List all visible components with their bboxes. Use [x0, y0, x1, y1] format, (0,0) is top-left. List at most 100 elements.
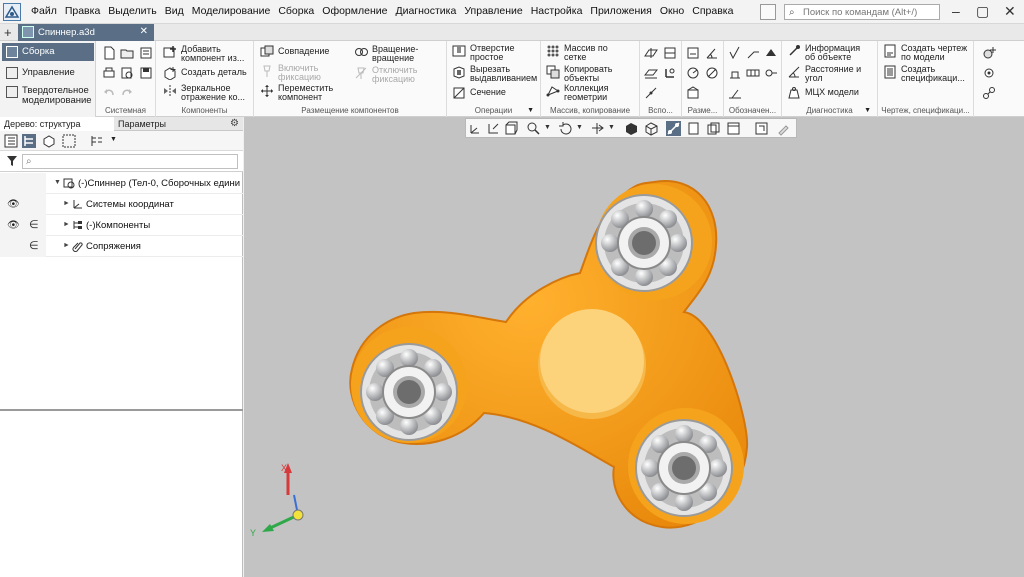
- menu-select[interactable]: Выделить: [104, 5, 160, 17]
- close-icon[interactable]: ✕: [1004, 3, 1016, 20]
- document-tab[interactable]: Спиннер.a3d ✕: [18, 24, 154, 41]
- base-icon[interactable]: [764, 46, 778, 60]
- sheet-icon[interactable]: [686, 121, 701, 136]
- menu-diagnostics[interactable]: Диагностика: [391, 5, 460, 17]
- close-tab-icon[interactable]: ✕: [140, 26, 148, 37]
- tolerance-icon[interactable]: [746, 66, 760, 80]
- rotate-view-icon[interactable]: [558, 121, 573, 136]
- menu-assembly[interactable]: Сборка: [274, 5, 318, 17]
- tree-row-components[interactable]: 👁 ∈ ► (-)Компоненты: [0, 215, 243, 236]
- operations-dropdown-icon[interactable]: ▼: [527, 107, 534, 114]
- save-icon[interactable]: [139, 66, 153, 80]
- preview-icon[interactable]: [120, 66, 134, 80]
- roughness-icon[interactable]: [728, 46, 742, 60]
- print-icon[interactable]: [102, 66, 116, 80]
- section-view-icon[interactable]: [666, 121, 681, 136]
- expand-arrow-icon[interactable]: ►: [63, 242, 70, 249]
- visibility-eye-icon[interactable]: 👁: [7, 220, 20, 231]
- tree-row-root[interactable]: ▼ (-)Спиннер (Тел-0, Сборочных едини: [0, 173, 243, 194]
- file-properties-icon[interactable]: [139, 46, 153, 60]
- view-cube-icon[interactable]: [504, 121, 519, 136]
- undo-icon[interactable]: [102, 86, 116, 100]
- tree-search-input[interactable]: ⌕: [22, 154, 238, 169]
- command-search-input[interactable]: ⌕ Поиск по командам (Alt+/): [784, 4, 940, 20]
- menu-edit[interactable]: Правка: [61, 5, 104, 17]
- bearing-bottom[interactable]: [635, 419, 733, 517]
- maximize-icon[interactable]: ▢: [976, 3, 989, 20]
- pan-icon[interactable]: [590, 121, 605, 136]
- mode-solid-modeling[interactable]: Твердотельное моделирование: [2, 83, 94, 113]
- expand-arrow-icon[interactable]: ►: [63, 221, 70, 228]
- orientation-icon[interactable]: [468, 121, 483, 136]
- tree-view-structure-icon[interactable]: [22, 134, 36, 148]
- add-tool-icon[interactable]: [982, 46, 996, 60]
- diagnostics-dropdown-icon[interactable]: ▼: [864, 107, 871, 114]
- management-mode-icon: [6, 67, 18, 79]
- pan-dropdown-icon[interactable]: ▼: [608, 124, 615, 131]
- menu-design[interactable]: Оформление: [318, 5, 391, 17]
- link-tool-icon[interactable]: [982, 86, 996, 100]
- bearing-left[interactable]: [360, 343, 458, 441]
- tab-tree-structure[interactable]: Дерево: структура: [0, 117, 114, 131]
- zoom-dropdown-icon[interactable]: ▼: [544, 124, 551, 131]
- display-settings-icon[interactable]: [726, 121, 741, 136]
- new-document-icon[interactable]: [102, 46, 116, 60]
- tree-sort-dropdown-icon[interactable]: ▼: [110, 136, 117, 143]
- app-logo-icon[interactable]: [3, 3, 21, 21]
- bearing-top[interactable]: [595, 194, 693, 292]
- menu-help[interactable]: Справка: [688, 5, 737, 17]
- normal-to-icon[interactable]: [486, 121, 501, 136]
- tree-row-mates[interactable]: ∈ ► Сопряжения: [0, 236, 243, 257]
- weld-icon[interactable]: [728, 66, 742, 80]
- new-tab-icon[interactable]: +: [4, 25, 12, 40]
- leader-icon[interactable]: [746, 46, 760, 60]
- menu-management[interactable]: Управление: [460, 5, 526, 17]
- aux-offset-plane-icon[interactable]: [644, 66, 658, 80]
- center-cap[interactable]: [540, 309, 644, 413]
- aux-plane-icon[interactable]: [644, 46, 658, 60]
- shaded-icon[interactable]: [624, 121, 639, 136]
- aux-axis-icon[interactable]: [663, 46, 677, 60]
- marking-icon[interactable]: [764, 66, 778, 80]
- settings-tool-icon[interactable]: [982, 66, 996, 80]
- mode-management[interactable]: Управление: [2, 64, 94, 82]
- linear-dim-icon[interactable]: [686, 46, 700, 60]
- visibility-eye-icon[interactable]: 👁: [7, 199, 20, 210]
- tree-sort-icon[interactable]: [90, 134, 104, 148]
- position-icon[interactable]: [728, 86, 742, 100]
- diameter-dim-icon[interactable]: [705, 66, 719, 80]
- menu-settings[interactable]: Настройка: [527, 5, 587, 17]
- collapse-arrow-icon[interactable]: ▼: [54, 179, 61, 186]
- radial-dim-icon[interactable]: [686, 66, 700, 80]
- filter-icon[interactable]: [6, 155, 18, 169]
- menu-window[interactable]: Окно: [656, 5, 688, 17]
- menu-modeling[interactable]: Моделирование: [188, 5, 275, 17]
- tree-view-bodies-icon[interactable]: [62, 134, 76, 148]
- mode-assembly[interactable]: Сборка: [2, 43, 94, 61]
- tab-parameters[interactable]: Параметры: [114, 117, 194, 131]
- layers-icon[interactable]: [706, 121, 721, 136]
- expand-arrow-icon[interactable]: ►: [63, 200, 70, 207]
- tree-row-coordinate-systems[interactable]: 👁 ► Системы координат: [0, 194, 243, 215]
- gear-icon[interactable]: ⚙: [230, 118, 239, 129]
- rotate-dropdown-icon[interactable]: ▼: [576, 124, 583, 131]
- aux-point-icon[interactable]: [644, 86, 658, 100]
- tree-view-components-icon[interactable]: [42, 134, 56, 148]
- arc-dim-icon[interactable]: [686, 86, 700, 100]
- menu-apps[interactable]: Приложения: [586, 5, 655, 17]
- highlight-tool-icon[interactable]: [776, 121, 791, 136]
- menu-file[interactable]: Файл: [27, 5, 61, 17]
- panel-splitter[interactable]: [0, 409, 243, 411]
- minimize-icon[interactable]: –: [952, 3, 960, 19]
- zoom-icon[interactable]: [526, 121, 541, 136]
- tree-view-list-icon[interactable]: [4, 134, 18, 148]
- spinner-model[interactable]: X Y: [244, 117, 1024, 577]
- drawing-view-icon[interactable]: [754, 121, 769, 136]
- menu-view[interactable]: Вид: [161, 5, 188, 17]
- wireframe-icon[interactable]: [644, 121, 659, 136]
- aux-local-cs-icon[interactable]: [663, 66, 677, 80]
- open-folder-icon[interactable]: [120, 46, 134, 60]
- window-layout-button[interactable]: [760, 4, 776, 20]
- angular-dim-icon[interactable]: [705, 46, 719, 60]
- redo-icon[interactable]: [120, 86, 134, 100]
